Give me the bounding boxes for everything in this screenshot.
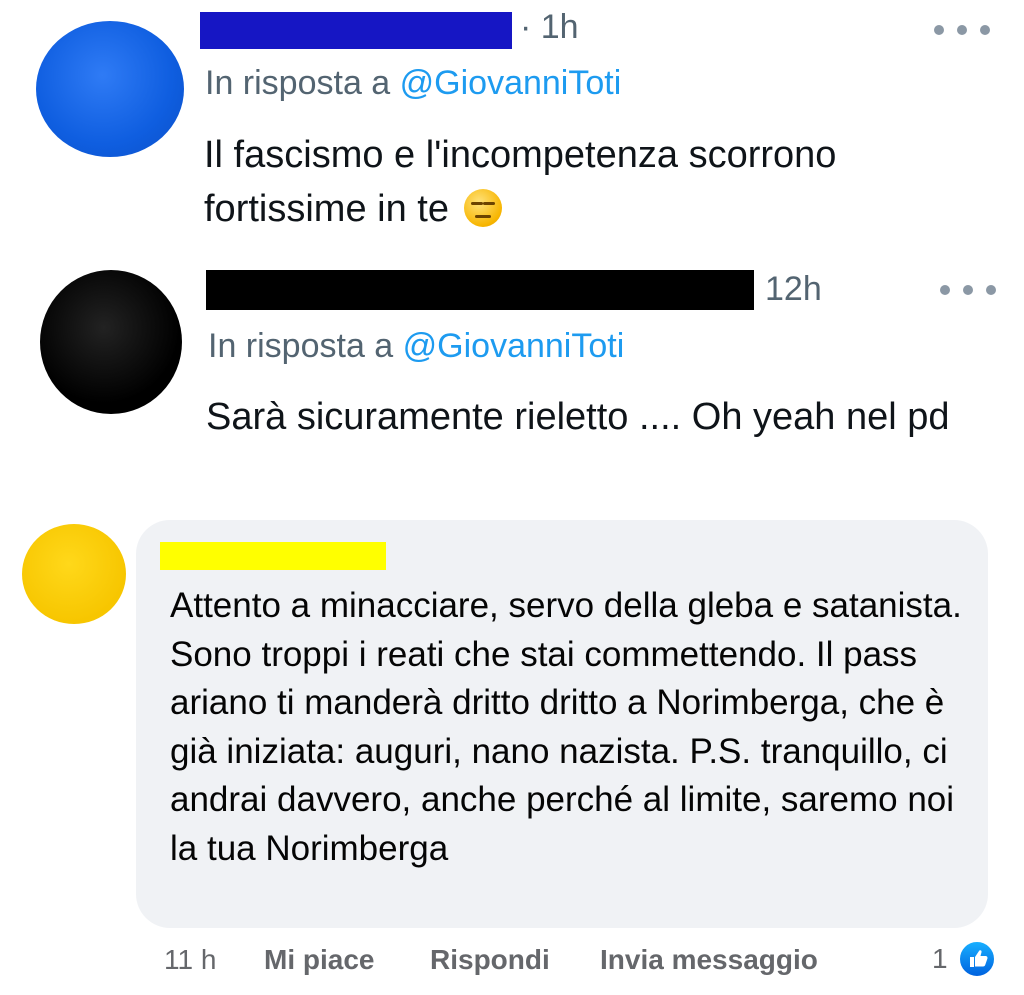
reply-handle-link[interactable]: @GiovanniToti: [400, 64, 622, 102]
tweet-text-content: Il fascismo e l'incompetenza scorrono fo…: [204, 134, 837, 230]
tweet-time: 12h: [765, 270, 822, 308]
like-button[interactable]: Mi piace: [264, 944, 374, 976]
reaction-count[interactable]: 1: [932, 943, 948, 975]
tweet-time: · 1h: [520, 8, 579, 46]
comment-bubble: Attento a minacciare, servo della gleba …: [136, 520, 988, 928]
redacted-username: [160, 542, 386, 570]
avatar[interactable]: [36, 21, 184, 157]
more-options-icon[interactable]: [934, 20, 990, 40]
comment-text: Attento a minacciare, servo della gleba …: [170, 586, 962, 868]
redacted-username: [206, 270, 754, 310]
reply-prefix: In risposta a: [208, 327, 403, 365]
comment-time: 11 h: [164, 944, 217, 975]
reply-prefix: In risposta a: [205, 64, 400, 102]
reply-context: In risposta a @GiovanniToti: [205, 64, 621, 103]
more-options-icon[interactable]: [940, 280, 996, 300]
reply-button[interactable]: Rispondi: [430, 944, 550, 976]
avatar[interactable]: [22, 524, 126, 624]
send-message-button[interactable]: Invia messaggio: [600, 944, 818, 976]
tweet-text: Sarà sicuramente rieletto .... Oh yeah n…: [206, 396, 950, 438]
redacted-username: [200, 12, 512, 49]
tweet-text: Il fascismo e l'incompetenza scorrono fo…: [204, 128, 964, 236]
expressionless-face-icon: [463, 189, 502, 227]
reply-context: In risposta a @GiovanniToti: [208, 327, 624, 366]
reply-handle-link[interactable]: @GiovanniToti: [403, 327, 625, 365]
thumbs-up-icon[interactable]: [958, 940, 996, 978]
avatar[interactable]: [40, 270, 182, 414]
